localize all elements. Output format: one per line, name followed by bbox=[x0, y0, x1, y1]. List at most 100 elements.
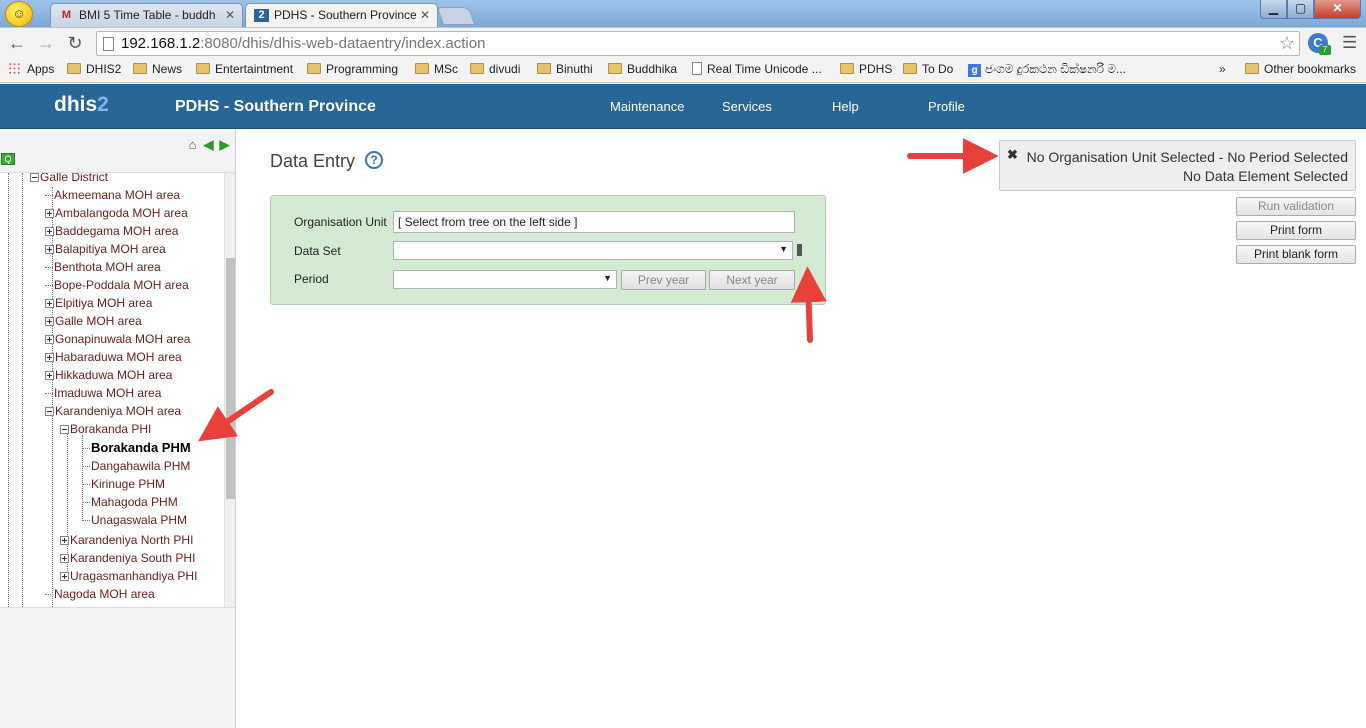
close-tab-icon[interactable]: ✕ bbox=[225, 4, 235, 26]
bookmark-apps[interactable]: Apps bbox=[8, 62, 54, 76]
bookmark-buddhika[interactable]: Buddhika bbox=[608, 62, 677, 76]
tree-node[interactable]: Nagoda MOH area bbox=[45, 585, 155, 603]
menu-services[interactable]: Services bbox=[722, 99, 772, 114]
tree-node[interactable]: Dangahawila PHM bbox=[82, 457, 190, 475]
collapse-arrow-icon[interactable]: ◀ bbox=[201, 137, 216, 152]
maximize-window-button[interactable]: ▢ bbox=[1287, 0, 1314, 19]
close-tab-icon[interactable]: ✕ bbox=[420, 4, 430, 26]
tree-node[interactable]: Karandeniya South PHI bbox=[60, 549, 195, 567]
tree-node[interactable]: Bope-Poddala MOH area bbox=[45, 276, 189, 294]
help-icon[interactable]: ? bbox=[365, 151, 383, 169]
bookmark-todo[interactable]: To Do bbox=[903, 62, 953, 76]
next-year-button[interactable]: Next year bbox=[709, 270, 795, 290]
bookmark-divudi[interactable]: divudi bbox=[470, 62, 520, 76]
run-validation-button[interactable]: Run validation bbox=[1236, 197, 1356, 216]
expand-node-icon[interactable] bbox=[45, 353, 54, 362]
tree-node[interactable]: Akmeemana MOH area bbox=[45, 186, 180, 204]
bookmark-programming[interactable]: Programming bbox=[307, 62, 398, 76]
bookmark-pdhs[interactable]: PDHS bbox=[840, 62, 892, 76]
expand-node-icon[interactable] bbox=[60, 536, 69, 545]
bookmark-binuthi[interactable]: Binuthi bbox=[537, 62, 593, 76]
print-form-button[interactable]: Print form bbox=[1236, 221, 1356, 240]
expand-node-icon[interactable] bbox=[60, 572, 69, 581]
tree-node[interactable]: Benthota MOH area bbox=[45, 258, 161, 276]
tree-node[interactable]: Uragasmanhandiya PHI bbox=[60, 567, 197, 585]
new-tab-button[interactable] bbox=[436, 7, 476, 25]
tree-node-label: Dangahawila PHM bbox=[91, 459, 191, 473]
expand-node-icon[interactable] bbox=[60, 554, 69, 563]
expand-arrow-icon[interactable]: ▶ bbox=[217, 137, 232, 152]
tree-node[interactable]: Imaduwa MOH area bbox=[45, 384, 161, 402]
expand-node-icon[interactable] bbox=[45, 371, 54, 380]
print-blank-form-button[interactable]: Print blank form bbox=[1236, 245, 1356, 264]
bookmark-dhis2[interactable]: DHIS2 bbox=[67, 62, 121, 76]
minimize-window-button[interactable]: ▁ bbox=[1260, 0, 1287, 19]
close-window-button[interactable]: ✕ bbox=[1314, 0, 1361, 19]
collapse-node-icon[interactable] bbox=[45, 407, 54, 416]
home-icon[interactable]: ⌂ bbox=[185, 137, 200, 152]
expand-node-icon[interactable] bbox=[45, 317, 54, 326]
tree-node-label: Hikkaduwa MOH area bbox=[55, 368, 173, 382]
forward-arrow-icon[interactable]: → bbox=[36, 33, 56, 53]
tree-scrollbar[interactable] bbox=[224, 173, 235, 607]
apps-grid-icon bbox=[8, 62, 21, 75]
tree-node-label: Uragasmanhandiya PHI bbox=[70, 569, 198, 583]
expand-node-icon[interactable] bbox=[45, 299, 54, 308]
close-icon[interactable]: ✖ bbox=[1007, 147, 1018, 163]
expand-node-icon[interactable] bbox=[45, 209, 54, 218]
tree-node[interactable]: Karandeniya North PHI bbox=[60, 531, 193, 549]
bookmark-msc[interactable]: MSc bbox=[415, 62, 458, 76]
data-set-select[interactable]: ▼ bbox=[393, 241, 793, 260]
tree-node[interactable]: Galle MOH area bbox=[45, 312, 142, 330]
browser-tab-bmi[interactable]: M BMI 5 Time Table - buddh ✕ bbox=[50, 3, 243, 27]
expand-node-icon[interactable] bbox=[45, 245, 54, 254]
tree-search-icon[interactable]: Q bbox=[1, 153, 15, 165]
tree-scrollbar-thumb[interactable] bbox=[226, 258, 235, 499]
google-icon: g bbox=[968, 64, 981, 77]
menu-profile[interactable]: Profile bbox=[928, 99, 965, 114]
browser-tab-pdhs[interactable]: 2 PDHS - Southern Province ✕ bbox=[245, 3, 438, 27]
browser-titlebar: ☺ M BMI 5 Time Table - buddh ✕ 2 PDHS - … bbox=[0, 0, 1366, 27]
expand-node-icon[interactable] bbox=[45, 227, 54, 236]
menu-maintenance[interactable]: Maintenance bbox=[610, 99, 684, 114]
tree-node[interactable]: Mahagoda PHM bbox=[82, 493, 178, 511]
bookmark-real-time-unicode[interactable]: Real Time Unicode ... bbox=[692, 62, 822, 76]
tree-node[interactable]: Kirinuge PHM bbox=[82, 475, 165, 493]
bookmark-entertainment[interactable]: Entertaintment bbox=[196, 62, 293, 76]
dhis2-logo[interactable]: dhis2 bbox=[54, 93, 109, 117]
collapse-node-icon[interactable] bbox=[30, 173, 39, 182]
tree-node[interactable]: Ambalangoda MOH area bbox=[45, 204, 188, 222]
tree-node[interactable]: Gonapinuwala MOH area bbox=[45, 330, 190, 348]
profile-avatar-icon[interactable]: ☺ bbox=[5, 1, 33, 27]
tree-node[interactable]: Galle District bbox=[30, 173, 108, 186]
tree-node[interactable]: Elpitiya MOH area bbox=[45, 294, 152, 312]
tree-node[interactable]: Balapitiya MOH area bbox=[45, 240, 166, 258]
back-arrow-icon[interactable]: ← bbox=[7, 33, 27, 53]
bookmark-star-icon[interactable]: ☆ bbox=[1279, 33, 1295, 54]
tree-node[interactable]: Unagaswala PHM bbox=[82, 511, 187, 529]
tree-connector bbox=[45, 195, 53, 197]
chrome-menu-icon[interactable]: ☰ bbox=[1342, 33, 1357, 53]
prev-year-button[interactable]: Prev year bbox=[621, 270, 706, 290]
expand-node-icon[interactable] bbox=[45, 335, 54, 344]
tree-node[interactable]: Baddegama MOH area bbox=[45, 222, 178, 240]
reload-icon[interactable]: ↻ bbox=[65, 33, 85, 53]
org-unit-tree[interactable]: Galle District Akmeemana MOH area Ambalang… bbox=[0, 172, 235, 608]
period-select[interactable]: ▼ bbox=[393, 270, 617, 289]
tree-node[interactable]: Neluwa MOH area bbox=[45, 603, 153, 607]
collapse-node-icon[interactable] bbox=[60, 425, 69, 434]
tree-node-label: Karandeniya MOH area bbox=[55, 404, 182, 418]
tree-node[interactable]: Borakanda PHI bbox=[60, 420, 151, 438]
org-unit-field[interactable]: [ Select from tree on the left side ] bbox=[393, 211, 795, 233]
menu-help[interactable]: Help bbox=[832, 99, 859, 114]
tree-node[interactable]: Habaraduwa MOH area bbox=[45, 348, 182, 366]
bookmark-other[interactable]: Other bookmarks bbox=[1245, 62, 1356, 76]
bookmark-news[interactable]: News bbox=[133, 62, 182, 76]
dhis-header: dhis2 PDHS - Southern Province Maintenan… bbox=[0, 84, 1366, 129]
tree-node[interactable]: Hikkaduwa MOH area bbox=[45, 366, 172, 384]
tree-node[interactable]: Borakanda PHM bbox=[82, 439, 191, 457]
tree-node[interactable]: Karandeniya MOH area bbox=[45, 402, 181, 420]
bookmark-google-dictionary[interactable]: g ජංගම දුරකථන ඩික්ෂනරි ම... bbox=[968, 62, 1126, 77]
address-bar[interactable]: 192.168.1.2:8080/dhis/dhis-web-dataentry… bbox=[96, 31, 1300, 56]
bookmarks-overflow-button[interactable]: » bbox=[1219, 62, 1226, 76]
